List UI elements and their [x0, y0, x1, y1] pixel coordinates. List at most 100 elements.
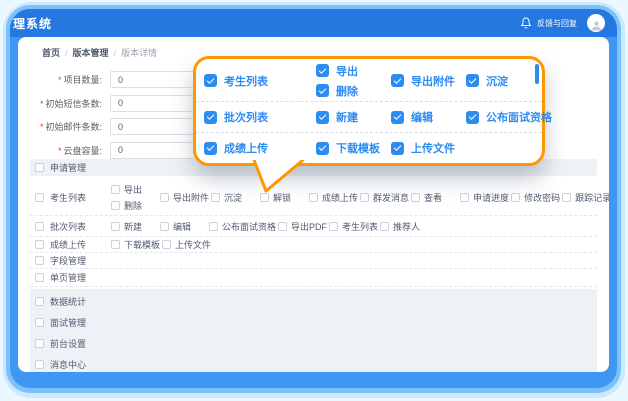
checkbox[interactable]	[204, 142, 217, 155]
callout-permission-cell: 导出附件	[391, 73, 466, 89]
breadcrumb-item[interactable]: 版本管理	[73, 46, 109, 59]
callout-permission-item: 公布面试资格	[466, 109, 541, 125]
table-row: 单页管理	[30, 269, 597, 287]
required-mark: *	[58, 146, 62, 156]
checkbox[interactable]	[111, 222, 120, 231]
permission-cell: 推荐人	[380, 220, 427, 233]
module-name: 面试管理	[50, 316, 86, 329]
user-icon	[590, 19, 603, 32]
checkbox[interactable]	[391, 74, 404, 87]
checkbox[interactable]	[316, 111, 329, 124]
callout-permission-cell: 编辑	[391, 109, 466, 125]
checkbox[interactable]	[316, 142, 329, 155]
callout-rows: 考生列表导出删除导出附件沉淀批次列表新建编辑公布面试资格成绩上传下载模板上传文件	[196, 59, 542, 163]
breadcrumb-separator: /	[114, 48, 117, 58]
checkbox[interactable]	[35, 256, 44, 265]
checkbox[interactable]	[391, 142, 404, 155]
permission-name: 跟踪记录	[575, 191, 609, 204]
permission-cell: 上传文件	[162, 238, 211, 251]
checkbox[interactable]	[329, 222, 338, 231]
required-mark: *	[40, 122, 44, 132]
permission-item: 导出	[111, 183, 158, 196]
app-window: 理系统 反馈与回复 首页/版本管理/版本详情 *项目数量:*初始短信条数:*初始…	[10, 9, 617, 388]
checkbox[interactable]	[204, 111, 217, 124]
checkbox[interactable]	[278, 222, 287, 231]
required-mark: *	[58, 75, 62, 85]
permission-item: 删除	[111, 199, 158, 212]
app-header: 理系统 反馈与回复	[10, 9, 617, 37]
field-label: *云盘容量:	[26, 144, 110, 157]
permission-name: 公布面试资格	[222, 220, 276, 233]
field-label: *初始邮件条数:	[26, 120, 110, 133]
table-row: 面试管理	[30, 312, 597, 333]
callout-permission-item: 编辑	[391, 109, 466, 125]
user-avatar[interactable]	[587, 14, 605, 32]
checkbox[interactable]	[162, 240, 171, 249]
module-name: 考生列表	[50, 191, 86, 204]
permission-cell: 沉淀	[211, 191, 258, 204]
module-name: 批次列表	[50, 220, 86, 233]
permissions-zoom-callout: 考生列表导出删除导出附件沉淀批次列表新建编辑公布面试资格成绩上传下载模板上传文件	[193, 56, 545, 166]
section-label: 申请管理	[50, 161, 86, 174]
module-name: 单页管理	[50, 271, 86, 284]
table-row: 前台设置	[30, 333, 597, 354]
checkbox[interactable]	[460, 193, 469, 202]
checkbox[interactable]	[211, 193, 220, 202]
checkbox[interactable]	[35, 240, 44, 249]
checkbox[interactable]	[35, 193, 44, 202]
permission-name: 上传文件	[411, 140, 455, 156]
table-row: 批次列表新建编辑公布面试资格导出PDF考生列表推荐人	[30, 216, 597, 237]
checkbox[interactable]	[160, 222, 169, 231]
checkbox[interactable]	[111, 185, 120, 194]
callout-permission-item: 下载模板	[316, 140, 391, 156]
permission-name: 新建	[336, 109, 358, 125]
checkbox[interactable]	[35, 318, 44, 327]
checkbox[interactable]	[35, 297, 44, 306]
module-name: 字段管理	[50, 254, 86, 267]
module-name: 批次列表	[224, 109, 268, 125]
checkbox[interactable]	[111, 240, 120, 249]
checkbox[interactable]	[360, 193, 369, 202]
checkbox[interactable]	[411, 193, 420, 202]
checkbox[interactable]	[391, 111, 404, 124]
checkbox[interactable]	[309, 193, 318, 202]
table-row: 数据统计	[30, 291, 597, 312]
module-label: 字段管理	[35, 254, 111, 267]
checkbox[interactable]	[260, 193, 269, 202]
field-label: *初始短信条数:	[26, 97, 110, 110]
permission-name: 导出附件	[173, 191, 209, 204]
notification-bell-icon[interactable]	[520, 17, 532, 29]
permission-name: 沉淀	[224, 191, 242, 204]
checkbox[interactable]	[562, 193, 571, 202]
checkbox[interactable]	[466, 111, 479, 124]
permission-name: 导出	[336, 63, 358, 79]
checkbox[interactable]	[35, 339, 44, 348]
breadcrumb-item[interactable]: 首页	[42, 46, 60, 59]
module-name: 数据统计	[50, 295, 86, 308]
checkbox[interactable]	[511, 193, 520, 202]
checkbox[interactable]	[35, 163, 44, 172]
checkbox[interactable]	[35, 222, 44, 231]
checkbox[interactable]	[380, 222, 389, 231]
permission-item: 导出PDF	[278, 220, 327, 233]
callout-permission-item: 上传文件	[391, 140, 466, 156]
callout-scrollbar-thumb[interactable]	[535, 64, 539, 84]
checkbox[interactable]	[204, 74, 217, 87]
checkbox[interactable]	[35, 273, 44, 282]
permission-name: 删除	[336, 83, 358, 99]
feedback-link[interactable]: 反馈与回复	[537, 18, 577, 29]
permission-item: 推荐人	[380, 220, 427, 233]
checkbox[interactable]	[111, 201, 120, 210]
permission-cell: 查看	[411, 191, 458, 204]
callout-permission-row: 批次列表 新建 编辑公布面试资格	[196, 102, 542, 133]
checkbox[interactable]	[316, 64, 329, 77]
module-name: 成绩上传	[224, 140, 268, 156]
permission-item: 查看	[411, 191, 458, 204]
callout-permission-cell: 下载模板	[316, 140, 391, 156]
checkbox[interactable]	[466, 74, 479, 87]
checkbox[interactable]	[316, 84, 329, 97]
checkbox[interactable]	[35, 360, 44, 369]
checkbox[interactable]	[160, 193, 169, 202]
permission-name: 导出PDF	[291, 220, 327, 233]
checkbox[interactable]	[209, 222, 218, 231]
